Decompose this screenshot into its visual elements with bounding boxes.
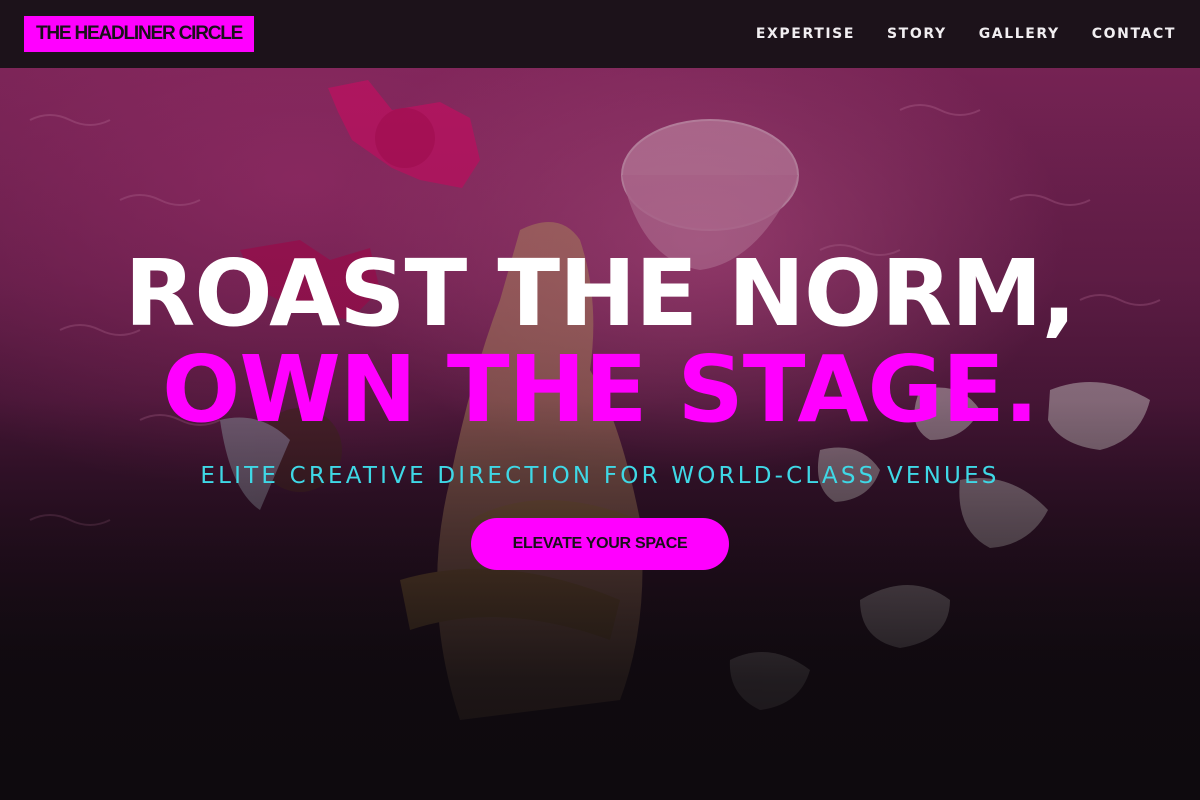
headline-line-1: ROAST THE NORM, — [124, 240, 1077, 347]
logo[interactable]: THE HEADLINER CIRCLE — [24, 16, 255, 52]
main-nav: EXPERTISE STORY GALLERY CONTACT — [756, 26, 1176, 42]
headline-line-2: OWN THE STAGE. — [162, 336, 1039, 443]
elevate-your-space-button[interactable]: ELEVATE YOUR SPACE — [471, 518, 729, 570]
nav-link-story[interactable]: STORY — [887, 26, 947, 42]
hero-tagline: ELITE CREATIVE DIRECTION FOR WORLD-CLASS… — [200, 463, 1000, 489]
nav-link-contact[interactable]: CONTACT — [1092, 26, 1176, 42]
hero-content: ROAST THE NORM, OWN THE STAGE. ELITE CRE… — [0, 0, 1200, 800]
nav-link-expertise[interactable]: EXPERTISE — [756, 26, 855, 42]
navbar: THE HEADLINER CIRCLE EXPERTISE STORY GAL… — [0, 0, 1200, 68]
nav-link-gallery[interactable]: GALLERY — [979, 26, 1060, 42]
